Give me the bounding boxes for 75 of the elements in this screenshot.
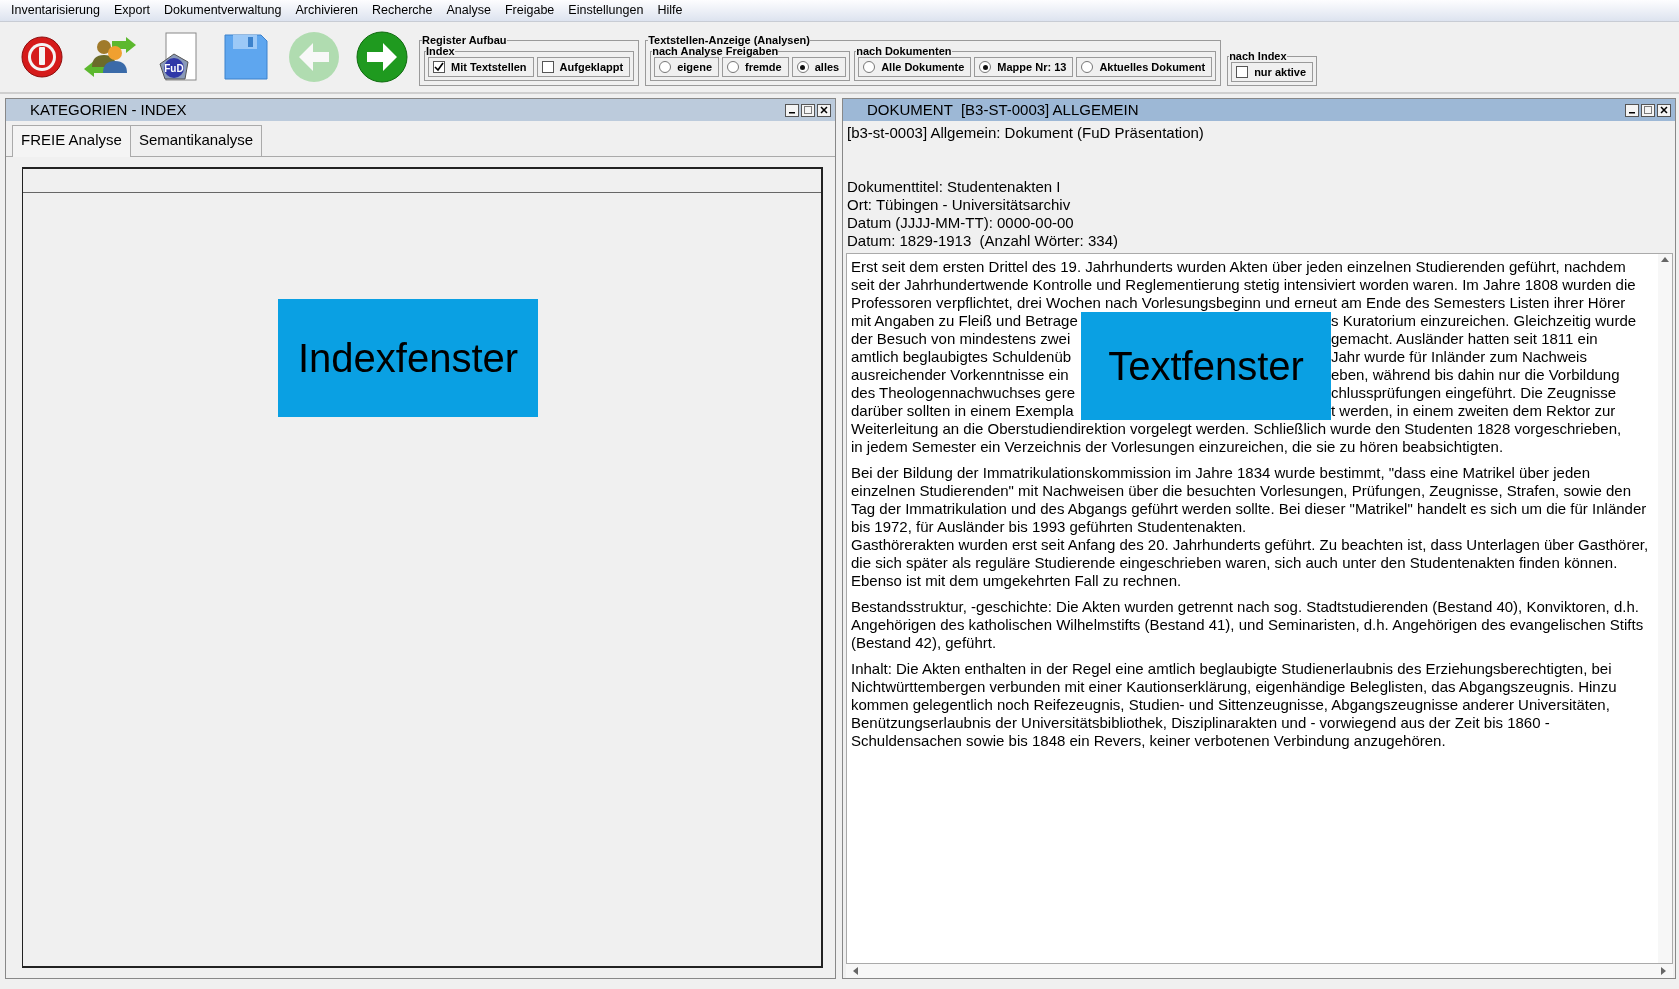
panel-title: KATEGORIEN - INDEX [30, 99, 187, 120]
save-icon [223, 33, 269, 81]
menu-item[interactable]: Einstellungen [561, 1, 651, 20]
power-icon [20, 35, 64, 79]
checkbox-option[interactable]: nur aktive [1231, 62, 1314, 82]
subgroup-title: Index [426, 46, 455, 57]
text-fragment: t werden, in einem zweiten dem Rektor zur [1331, 402, 1617, 420]
document-header: [b3-st-0003] Allgemein: Dokument (FuD Präsentation) [847, 124, 1205, 142]
menu-item[interactable]: Hilfe [650, 1, 690, 20]
toolbar-button[interactable]: FuD [144, 25, 212, 89]
group-title: Register Aufbau [422, 35, 507, 46]
menu-item[interactable]: Export [106, 1, 158, 20]
tab[interactable]: Semantikanalyse [129, 125, 263, 156]
text-fragment: der Besuch von mindestens zwei [851, 330, 1072, 348]
panel-title: DOKUMENT [B3-ST-0003] ALLGEMEIN [867, 99, 1139, 120]
text-window-label: Textfenster [1081, 312, 1331, 420]
text-fragment: ausreichender Vorkenntnisse ein [851, 366, 1070, 384]
text-paragraph: Bei der Bildung der Immatrikulationskommission im Jahre 1834 wurde bestimmt, "dass eine Matrikel über jeden einzelnen Studierenden" mit Nachweisen über die besuchten Vorlesungen, Prüfungen, Zeugnisse, Strafen, sowie den Tag der Immatrikulation und des Abgangs geführt werden sollte. Bei dieser "Matrikel" handelt es sich um die für Inländer bis 1972, für Ausländer bis 1993 geführten Studentenakten. Gasthörerakten wurden erst seit Anfang des 20. Jahrhunderts geführt. Zu beachten ist, dass Unterlagen über Gasthörer, die sich später als reguläre Studierende eingeschrieben waren, sich auch unter den Studentenakten finden können. Ebenso ist mit dem umgekehrten Fall zu rechnen. [851, 464, 1650, 590]
index-window-label: Indexfenster [278, 298, 538, 417]
text-line: Weiterleitung an die Oberstudiendirektion vorgelegt werden. Schließlich wurde den Studenten 1828 vorgeschrieben, [851, 420, 1623, 438]
vertical-scrollbar[interactable] [1658, 254, 1672, 963]
maximize-button[interactable] [801, 103, 815, 117]
text-paragraph: Bestandsstruktur, -geschichte: Die Akten wurden getrennt nach sog. Stadtstudierenden (Bestand 40), Konviktoren, d.h. Angehörigen des katholischen Wilhelmstifts (Bestand 41), und Seminaristen, d.h. Angehörigen des evangelischen Stifts (Bestand 42), geführt. [851, 598, 1645, 652]
maximize-icon [804, 106, 812, 114]
radio-option[interactable]: Alle Dokumente [858, 57, 972, 77]
text-fragment: amtlich beglaubigtes Schuldenüb [851, 348, 1073, 366]
checkbox-option[interactable]: Mit Textstellen [428, 57, 534, 77]
checkbox-option[interactable]: Aufgeklappt [536, 57, 631, 77]
radio-option[interactable]: fremde [722, 57, 789, 77]
text-fragment: eben, während bis dahin nur die Vorbildung [1331, 366, 1621, 384]
radio-option[interactable]: alles [791, 57, 847, 77]
text-fragment: des Theologennachwuchses gere [851, 384, 1077, 402]
metadata-line: Dokumenttitel: Studentenakten I [847, 178, 1062, 196]
text-line: seit der Jahrhundertwende Kontrolle und Reglementierung stetig intensiviert worden waren. Im Jahre 1808 wurden die [851, 276, 1637, 294]
metadata-line: Ort: Tübingen - Universitätsarchiv [847, 196, 1072, 214]
radio-option[interactable]: Aktuelles Dokument [1076, 57, 1213, 77]
menu-item[interactable]: Analyse [439, 1, 498, 20]
subgroup-title: nach Dokumenten [856, 46, 952, 57]
subgroup-title: nach Analyse Freigaben [652, 46, 779, 57]
text-fragment: darüber sollten in einem Exempla [851, 402, 1075, 420]
text-fragment: s Kuratorium einzureichen. Gleichzeitig wurde [1331, 312, 1637, 330]
metadata-line: Datum: 1829-1913 (Anzahl Wörter: 334) [847, 232, 1119, 250]
close-button[interactable] [1657, 103, 1671, 117]
scroll-up-icon[interactable] [1661, 256, 1669, 262]
maximize-button[interactable] [1641, 103, 1655, 117]
horizontal-scrollbar[interactable] [846, 964, 1673, 978]
text-fragment: Jahr wurde für Inländer zum Nachweis [1331, 348, 1588, 366]
tab[interactable]: FREIE Analyse [12, 125, 131, 157]
text-fragment: gemacht. Ausländer hatten seit 1811 ein [1331, 330, 1599, 348]
menu-item[interactable]: Recherche [365, 1, 440, 20]
menu-item[interactable]: Freigabe [498, 1, 562, 20]
scroll-left-icon[interactable] [852, 967, 858, 975]
text-line: Erst seit dem ersten Drittel des 19. Jahrhunderts wurden Akten über jeden einzelnen Studierenden geführt, nachdem [851, 258, 1627, 276]
text-paragraph: Inhalt: Die Akten enthalten in der Regel eine amtlich beglaubigte Studienerlaubnis des Erziehungsberechtigten, bei Nichtwürttembergen verbunden mit einer Kautionserklärung, eigenhändige Beleglisten, das Abgangszeugnis. Hinzu kommen gelegentlich noch Reifezeugnis, Studien- und Sittenzeugnisse, Abgangszeugnisse anderer Universitäten, Benützungserlaubnis der Universitätsbibliothek, Disziplinarakten und - vorwiegend aus der Zeit bis 1860 - Schuldensachen sowie bis 1848 ein Revers, keiner verbotenen Verbindung anzugehören. [851, 660, 1618, 750]
close-icon [820, 106, 828, 114]
text-line: in jedem Semester ein Verzeichnis der Vorlesungen einzureichen, die sie zu hören beabsichtigten. [851, 438, 1505, 456]
menu-item[interactable]: Inventarisierung [4, 1, 107, 20]
text-fragment: chlussprüfungen eingeführt. Die Zeugnisse [1331, 384, 1618, 402]
close-icon [1660, 106, 1668, 114]
menu-item[interactable]: Archivieren [288, 1, 366, 20]
maximize-icon [1644, 106, 1652, 114]
group-title: Textstellen-Anzeige (Analysen) [648, 35, 810, 46]
text-line: Professoren verpflichtet, drei Wochen nach Vorlesungsbeginn und erneut am Ende des Semesters Listen ihrer Hörer [851, 294, 1627, 312]
group-title: nach Index [1229, 51, 1287, 62]
menu-item[interactable]: Dokumentverwaltung [157, 1, 289, 20]
metadata-line: Datum (JJJJ-MM-TT): 0000-00-00 [847, 214, 1075, 232]
radio-option[interactable]: eigene [654, 57, 719, 77]
text-fragment: mit Angaben zu Fleiß und Betrage [851, 312, 1079, 330]
radio-option[interactable]: Mappe Nr: 13 [974, 57, 1074, 77]
minimize-button[interactable] [785, 103, 799, 117]
people-arrows-icon [82, 37, 138, 77]
scroll-right-icon[interactable] [1661, 967, 1667, 975]
check-icon [434, 62, 444, 72]
minimize-button[interactable] [1625, 103, 1639, 117]
close-button[interactable] [817, 103, 831, 117]
